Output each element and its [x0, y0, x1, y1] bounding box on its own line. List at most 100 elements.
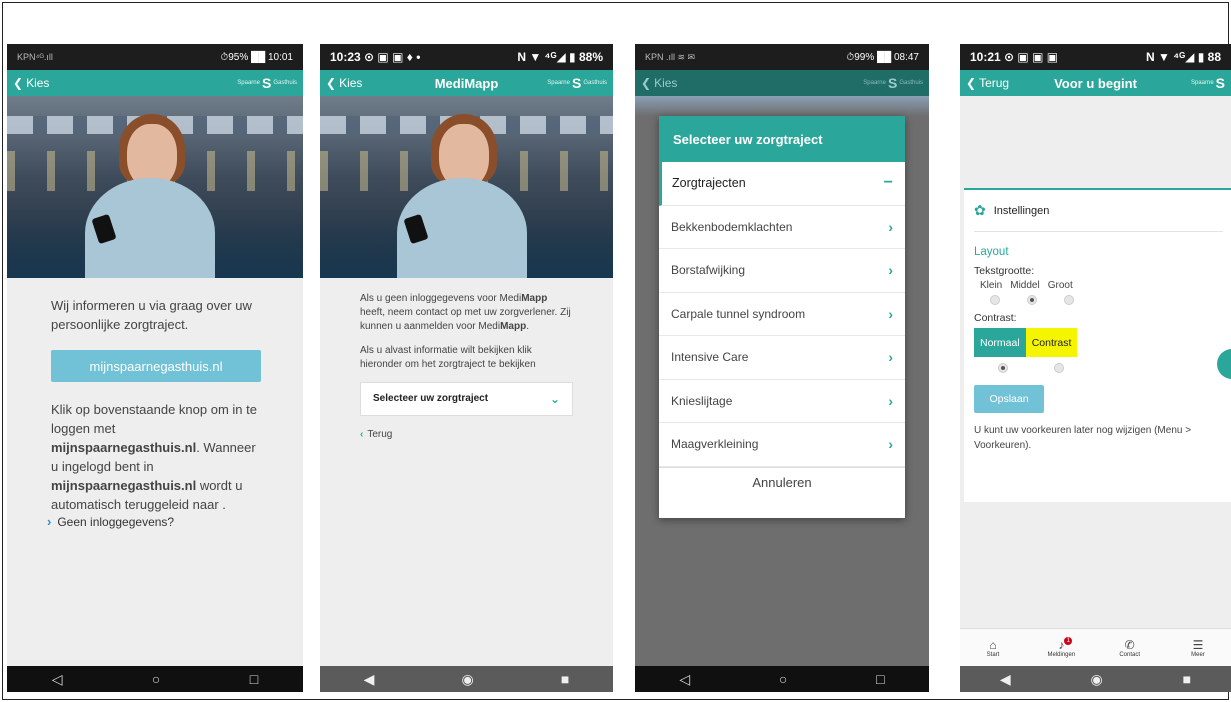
- zorgtraject-select[interactable]: Selecteer uw zorgtraject ⌄: [360, 382, 573, 416]
- contrast-options: Normaal Contrast: [974, 328, 1223, 357]
- tab-meer[interactable]: ☰ Meer: [1173, 629, 1223, 666]
- chevron-left-icon: ❮: [966, 76, 977, 90]
- chevron-left-icon: ❮: [13, 76, 24, 90]
- status-right: N ▼ ⁴ᴳ◢ ▮ 88: [1145, 50, 1221, 64]
- status-left: 10:23 ⊙ ▣ ▣ ♦ •: [330, 50, 421, 64]
- status-right: ⏱99% ██ 08:47: [846, 51, 919, 63]
- intro-text: Wij informeren u via graag over uw perso…: [51, 298, 252, 332]
- layout-section-title: Layout: [974, 246, 1009, 258]
- status-carrier: KPN⁴ᴳ.ıll: [17, 52, 53, 62]
- contrast-radios: [974, 363, 1223, 373]
- app-bar: ❮ Kies Spaarne S Gasthuis: [7, 70, 303, 96]
- phone-screen-select-trajectory: KPN .ıll ≋ ✉ ⏱99% ██ 08:47 ❮ Kies Spaarne…: [635, 44, 929, 692]
- contrast-high-radio[interactable]: [1054, 363, 1064, 373]
- nav-back-icon[interactable]: ◁: [679, 671, 690, 688]
- dialog-title: Selecteer uw zorgtraject: [659, 116, 905, 162]
- tab-contact[interactable]: ✆ Contact: [1105, 629, 1155, 666]
- status-bar: KPN⁴ᴳ.ıll ⏱95% ██ 10:01: [7, 44, 303, 70]
- list-item[interactable]: Borstafwijking ›: [659, 249, 905, 293]
- nav-home-icon[interactable]: ◉: [462, 671, 474, 688]
- status-right: ⏱95% ██ 10:01: [220, 51, 293, 63]
- select-label: Selecteer uw zorgtraject: [373, 393, 489, 404]
- app-bar: ❮ Kies Spaarne S Gasthuis: [635, 70, 929, 96]
- status-bar: KPN .ıll ≋ ✉ ⏱99% ██ 08:47: [635, 44, 929, 70]
- nav-home-icon[interactable]: ○: [779, 671, 787, 687]
- nav-home-icon[interactable]: ◉: [1091, 671, 1103, 688]
- nav-recents-icon[interactable]: ■: [1183, 671, 1191, 687]
- text-size-options: Klein Middel Groot: [974, 280, 1223, 291]
- cancel-button[interactable]: Annuleren: [659, 466, 905, 497]
- back-button[interactable]: ❮ Terug: [966, 76, 1009, 90]
- app-bar: ❮ Kies MediMapp Spaarne S Gasthuis: [320, 70, 613, 96]
- status-bar: 10:23 ⊙ ▣ ▣ ♦ • N ▼ ⁴ᴳ◢ ▮ 88%: [320, 44, 613, 70]
- back-link[interactable]: ‹ Terug: [360, 428, 573, 442]
- android-nav-bar: ◀ ◉ ■: [320, 666, 613, 692]
- nav-recents-icon[interactable]: ■: [561, 671, 569, 687]
- no-credentials-label: Geen inloggegevens?: [57, 514, 175, 529]
- contrast-normal-option[interactable]: Normaal: [974, 328, 1026, 357]
- phone-screen-login: KPN⁴ᴳ.ıll ⏱95% ██ 10:01 ❮ Kies Spaarne S Ga…: [7, 44, 303, 692]
- contrast-label: Contrast:: [974, 312, 1017, 324]
- chevron-right-icon: ›: [888, 262, 893, 279]
- contrast-normal-radio[interactable]: [998, 363, 1008, 373]
- tab-meldingen[interactable]: ♪ 1 Meldingen: [1036, 629, 1086, 666]
- list-item[interactable]: Carpale tunnel syndroom ›: [659, 293, 905, 336]
- chevron-left-icon: ‹: [360, 429, 364, 440]
- list-item[interactable]: Intensive Care ›: [659, 336, 905, 380]
- status-bar: 10:21 ⊙ ▣ ▣ ▣ N ▼ ⁴ᴳ◢ ▮ 88: [960, 44, 1231, 70]
- medimapp-content: Als u geen inloggegevens voor MediMapp h…: [320, 278, 613, 442]
- group-header-zorgtrajecten[interactable]: Zorgtrajecten −: [659, 162, 905, 206]
- brand-logo: Spaarne S: [1190, 75, 1225, 91]
- brand-logo: Spaarne S Gasthuis: [547, 75, 607, 91]
- chevron-left-icon: ❮: [641, 76, 652, 90]
- status-right: N ▼ ⁴ᴳ◢ ▮ 88%: [517, 50, 603, 64]
- menu-icon: ☰: [1192, 637, 1204, 652]
- back-button[interactable]: ❮ Kies: [13, 76, 49, 90]
- no-credentials-text: Als u geen inloggegevens voor MediMapp h…: [360, 293, 571, 332]
- nav-recents-icon[interactable]: □: [250, 671, 258, 687]
- nav-back-icon[interactable]: ◀: [1000, 671, 1011, 688]
- back-button[interactable]: ❮ Kies: [326, 76, 362, 90]
- text-size-groot-radio[interactable]: [1064, 295, 1074, 305]
- chevron-down-icon: ⌄: [549, 392, 560, 406]
- list-item[interactable]: Knieslijtage ›: [659, 380, 905, 423]
- list-item[interactable]: Bekkenbodemklachten ›: [659, 206, 905, 249]
- no-credentials-link[interactable]: › Geen inloggegevens?: [47, 514, 174, 529]
- contrast-high-option[interactable]: Contrast: [1025, 328, 1078, 357]
- back-label: Kies: [26, 76, 50, 90]
- browse-info-text: Als u alvast informatie wilt bekijken kl…: [360, 345, 536, 370]
- list-item[interactable]: Maagverkleining ›: [659, 423, 905, 467]
- hero-image: [320, 96, 613, 278]
- text-size-klein-label: Klein: [980, 280, 1003, 291]
- phone-screen-medimapp: 10:23 ⊙ ▣ ▣ ♦ • N ▼ ⁴ᴳ◢ ▮ 88% ❮ Kies Medi…: [320, 44, 613, 692]
- tab-start[interactable]: ⌂ Start: [968, 629, 1018, 666]
- login-instructions: Klik op bovenstaande knop om in te logge…: [51, 402, 257, 512]
- app-bar: ❮ Terug Voor u begint Spaarne S: [960, 70, 1231, 96]
- mijnspaarnegasthuis-button[interactable]: mijnspaarnegasthuis.nl: [51, 350, 261, 382]
- text-size-klein-radio[interactable]: [990, 295, 1000, 305]
- nav-back-icon[interactable]: ◀: [364, 671, 375, 688]
- back-button[interactable]: ❮ Kies: [641, 76, 677, 90]
- settings-header: ✿ Instellingen: [974, 202, 1223, 232]
- gear-icon: ✿: [974, 202, 986, 218]
- nav-back-icon[interactable]: ◁: [52, 671, 63, 688]
- nav-home-icon[interactable]: ○: [152, 671, 160, 687]
- select-trajectory-dialog: Selecteer uw zorgtraject Zorgtrajecten −…: [659, 116, 905, 518]
- login-content: Wij informeren u via graag over uw perso…: [7, 278, 303, 514]
- settings-card: ✿ Instellingen Layout Tekstgrootte: Klei…: [964, 188, 1231, 502]
- text-size-middel-label: Middel: [1010, 280, 1040, 291]
- save-button[interactable]: Opslaan: [974, 385, 1044, 413]
- back-label: Terug: [979, 76, 1010, 90]
- collapse-icon: −: [883, 174, 893, 192]
- back-label: Kies: [654, 76, 678, 90]
- chevron-left-icon: ❮: [326, 76, 337, 90]
- home-icon: ⌂: [989, 637, 997, 652]
- nav-recents-icon[interactable]: □: [876, 671, 884, 687]
- status-left: 10:21 ⊙ ▣ ▣ ▣: [970, 50, 1059, 64]
- chevron-right-icon: ›: [888, 305, 893, 322]
- chevron-right-icon: ›: [888, 349, 893, 366]
- back-label: Kies: [339, 76, 363, 90]
- android-nav-bar: ◀ ◉ ■: [960, 666, 1231, 692]
- chevron-right-icon: ›: [888, 392, 893, 409]
- text-size-middel-radio[interactable]: [1027, 295, 1037, 305]
